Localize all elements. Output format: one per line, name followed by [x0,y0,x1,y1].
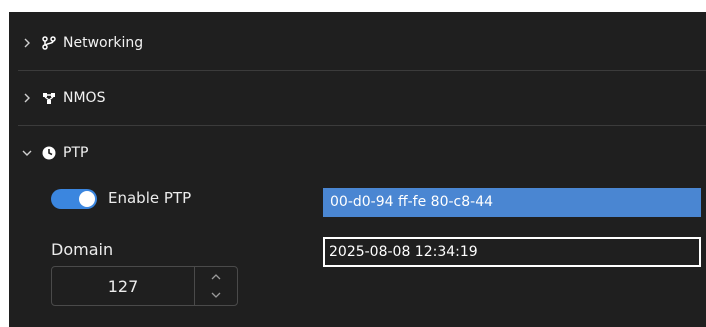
git-branch-icon [41,35,57,51]
section-nmos-label: NMOS [63,90,106,106]
domain-label: Domain [51,240,114,259]
chevron-right-icon [19,38,35,48]
clock-icon [41,145,57,161]
chevron-down-icon [19,148,35,158]
ptp-time-field[interactable]: 2025-08-08 12:34:19 [323,237,701,267]
section-ptp[interactable]: PTP [19,140,706,166]
chevron-right-icon [19,93,35,103]
divider [18,125,706,126]
section-ptp-label: PTP [63,145,89,161]
network-nodes-icon [41,90,57,106]
chevron-down-icon [211,292,221,298]
domain-value[interactable]: 127 [52,267,195,305]
divider [18,70,706,71]
toggle-knob [79,191,95,207]
section-nmos[interactable]: NMOS [19,85,706,111]
decrement-button[interactable] [195,286,237,305]
increment-button[interactable] [195,267,237,286]
section-networking[interactable]: Networking [19,30,706,56]
stepper-buttons [195,267,237,305]
section-networking-label: Networking [63,35,144,51]
domain-stepper[interactable]: 127 [51,266,238,306]
enable-ptp-toggle[interactable] [51,189,97,209]
enable-ptp-label: Enable PTP [108,189,192,207]
ptp-clock-id-field[interactable]: 00-d0-94 ff-fe 80-c8-44 [323,188,701,217]
chevron-up-icon [211,274,221,280]
